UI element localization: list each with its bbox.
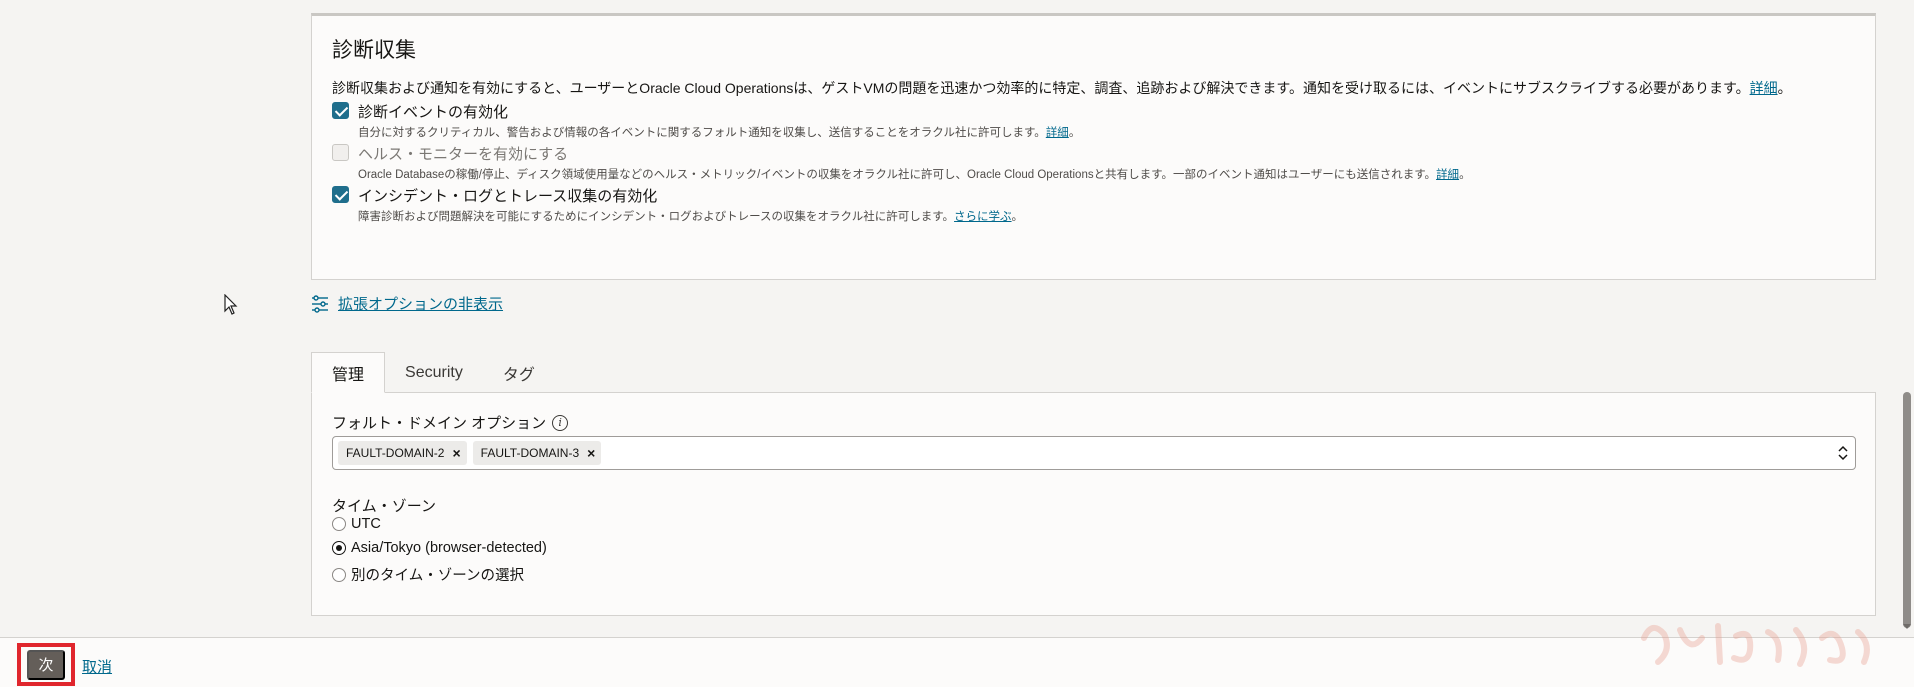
timezone-radio[interactable] [332, 517, 346, 531]
health-monitor-checkbox[interactable] [332, 144, 349, 161]
fault-domain-chip: FAULT-DOMAIN-3 × [472, 441, 602, 465]
next-button-highlight: 次 [17, 643, 75, 686]
next-button[interactable]: 次 [27, 649, 65, 680]
health-monitor-help: Oracle Databaseの稼働/停止、ディスク領域使用量などのヘルス・メト… [358, 169, 1471, 181]
select-toggle-icon[interactable] [1837, 444, 1849, 462]
incident-logs-learn-more-link[interactable]: さらに学ぶ [954, 211, 1012, 223]
diagnostics-description: 診断収集および通知を有効にすると、ユーザーとOracle Cloud Opera… [332, 80, 1792, 96]
remove-chip-icon[interactable]: × [587, 446, 595, 460]
fault-domain-select[interactable]: FAULT-DOMAIN-2 × FAULT-DOMAIN-3 × [332, 436, 1856, 470]
timezone-radio[interactable] [332, 541, 346, 555]
timezone-radio[interactable] [332, 567, 346, 582]
management-tab-panel: フォルト・ドメイン オプション i FAULT-DOMAIN-2 × FAULT… [311, 392, 1876, 616]
health-monitor-label[interactable]: ヘルス・モニターを有効にする [358, 143, 568, 164]
cancel-link[interactable]: 取消 [82, 656, 112, 677]
tab-tags[interactable]: タグ [483, 352, 555, 393]
tab-bar: 管理 Security タグ [311, 352, 555, 393]
fault-domain-chip: FAULT-DOMAIN-2 × [338, 441, 467, 465]
diagnostics-title: 診断収集 [332, 39, 416, 62]
timezone-label: タイム・ゾーン [332, 498, 436, 515]
watermark-logo-icon [1641, 623, 1870, 667]
tab-management[interactable]: 管理 [311, 352, 386, 393]
mouse-cursor-icon [224, 294, 238, 315]
diagnostics-details-link[interactable]: 詳細 [1750, 80, 1778, 96]
timezone-option-tokyo[interactable]: Asia/Tokyo (browser-detected) [332, 540, 547, 556]
timezone-option-other[interactable]: 別のタイム・ゾーンの選択 [332, 564, 524, 585]
scroll-down-icon[interactable] [1903, 624, 1911, 629]
diagnostic-events-checkbox[interactable] [332, 102, 349, 119]
footer-bar [0, 637, 1914, 687]
incident-logs-help: 障害診断および問題解決を可能にするためにインシデント・ログおよびトレースの収集を… [358, 211, 1024, 223]
page-scrollbar[interactable] [1900, 0, 1914, 637]
sliders-icon [312, 294, 328, 313]
fault-domain-label: フォルト・ドメイン オプション [332, 415, 547, 432]
scrollbar-thumb[interactable] [1903, 392, 1911, 628]
diagnostic-events-label[interactable]: 診断イベントの有効化 [358, 101, 508, 122]
info-icon[interactable]: i [552, 414, 569, 431]
advanced-options-toggle[interactable]: 拡張オプションの非表示 [311, 293, 503, 314]
health-monitor-details-link[interactable]: 詳細 [1436, 169, 1459, 181]
fault-domain-label-row: フォルト・ドメイン オプション i [332, 412, 569, 433]
incident-logs-checkbox[interactable] [332, 186, 349, 203]
timezone-option-utc[interactable]: UTC [332, 516, 381, 532]
diagnostic-events-details-link[interactable]: 詳細 [1046, 127, 1069, 139]
diagnostics-panel: 診断収集 診断収集および通知を有効にすると、ユーザーとOracle Cloud … [311, 13, 1876, 280]
diagnostic-events-help: 自分に対するクリティカル、警告および情報の各イベントに関するフォルト通知を収集し… [358, 127, 1081, 139]
remove-chip-icon[interactable]: × [452, 446, 460, 460]
incident-logs-label[interactable]: インシデント・ログとトレース収集の有効化 [358, 185, 657, 206]
advanced-options-label[interactable]: 拡張オプションの非表示 [338, 293, 503, 314]
tab-security[interactable]: Security [385, 352, 483, 393]
